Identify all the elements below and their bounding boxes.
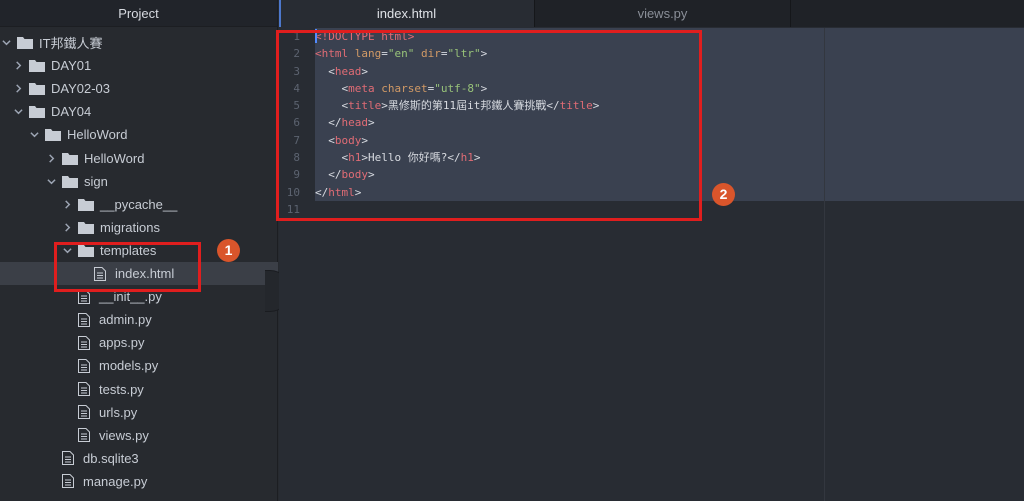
annotation-box-1 [54, 242, 201, 292]
tree-file[interactable]: apps.py [0, 331, 278, 354]
tree-item-label: db.sqlite3 [83, 450, 139, 466]
tree-folder[interactable]: DAY02-03 [0, 77, 278, 100]
tree-file[interactable]: tests.py [0, 378, 278, 401]
tree-item-label: admin.py [99, 312, 152, 328]
tree-item-label: IT邦鐵人賽 [39, 36, 103, 51]
tree-item-label: models.py [99, 358, 159, 374]
file-text-icon [62, 474, 74, 489]
tree-item-label: sign [84, 173, 108, 189]
tree-item-label: urls.py [99, 404, 138, 420]
chevron-down-icon[interactable] [12, 106, 24, 118]
tree-folder[interactable]: IT邦鐵人賽 [0, 31, 278, 54]
file-text-icon [62, 451, 74, 466]
tree-file[interactable]: views.py [0, 424, 278, 447]
tree-item-label: DAY01 [51, 58, 92, 74]
tree-item-label: views.py [99, 427, 149, 443]
tree-item-label: HelloWord [84, 150, 145, 166]
chevron-right-icon[interactable] [61, 198, 73, 210]
chevron-down-icon[interactable] [28, 129, 40, 141]
folder-icon [45, 128, 61, 142]
folder-icon [29, 59, 45, 73]
folder-icon [78, 198, 94, 211]
tree-folder[interactable]: migrations [0, 216, 278, 239]
tree-folder[interactable]: __pycache__ [0, 193, 278, 216]
tree-item-label: migrations [100, 219, 160, 235]
tree-item-label: DAY02-03 [51, 81, 111, 97]
sidebar-title: Project [0, 0, 277, 27]
file-text-icon [78, 428, 90, 443]
folder-icon [17, 36, 33, 49]
tree-folder[interactable]: HelloWord [0, 147, 278, 170]
chevron-right-icon[interactable] [45, 152, 57, 164]
tab-bar: index.html views.py [279, 0, 1024, 27]
file-text-icon [78, 335, 90, 350]
tab-views-py[interactable]: views.py [535, 0, 791, 27]
tree-file[interactable]: models.py [0, 354, 278, 377]
annotation-box-2 [276, 30, 702, 221]
file-text-icon [78, 382, 90, 396]
tree-item-label: tests.py [99, 381, 144, 397]
tree-folder[interactable]: DAY04 [0, 100, 278, 123]
tree-file[interactable]: admin.py [0, 308, 278, 331]
file-text-icon [78, 358, 90, 373]
tree-folder[interactable]: HelloWord [0, 123, 278, 146]
tree-file[interactable]: urls.py [0, 401, 278, 424]
chevron-right-icon[interactable] [61, 221, 73, 233]
tree-item-label: HelloWord [67, 127, 128, 143]
file-text-icon [78, 405, 90, 420]
tree-item-label: apps.py [99, 335, 145, 351]
chevron-down-icon[interactable] [0, 37, 12, 49]
tree-item-label: DAY04 [51, 104, 92, 120]
tree-item-label: manage.py [83, 473, 148, 489]
chevron-right-icon[interactable] [12, 83, 24, 95]
chevron-down-icon[interactable] [45, 175, 57, 187]
folder-icon [29, 82, 45, 96]
tree-item-label: __pycache__ [100, 196, 178, 212]
folder-icon [29, 105, 45, 119]
tree-folder[interactable]: DAY01 [0, 54, 278, 77]
folder-icon [62, 152, 78, 165]
folder-icon [78, 221, 94, 234]
tab-index-html[interactable]: index.html [279, 0, 535, 27]
tree-folder[interactable]: sign [0, 170, 278, 193]
file-text-icon [78, 312, 90, 327]
annotation-badge-2: 2 [712, 183, 735, 206]
chevron-right-icon[interactable] [12, 60, 24, 72]
tree-file[interactable]: manage.py [0, 470, 278, 493]
tree-file[interactable]: db.sqlite3 [0, 447, 278, 470]
annotation-badge-1: 1 [217, 239, 240, 262]
folder-icon [62, 175, 78, 188]
